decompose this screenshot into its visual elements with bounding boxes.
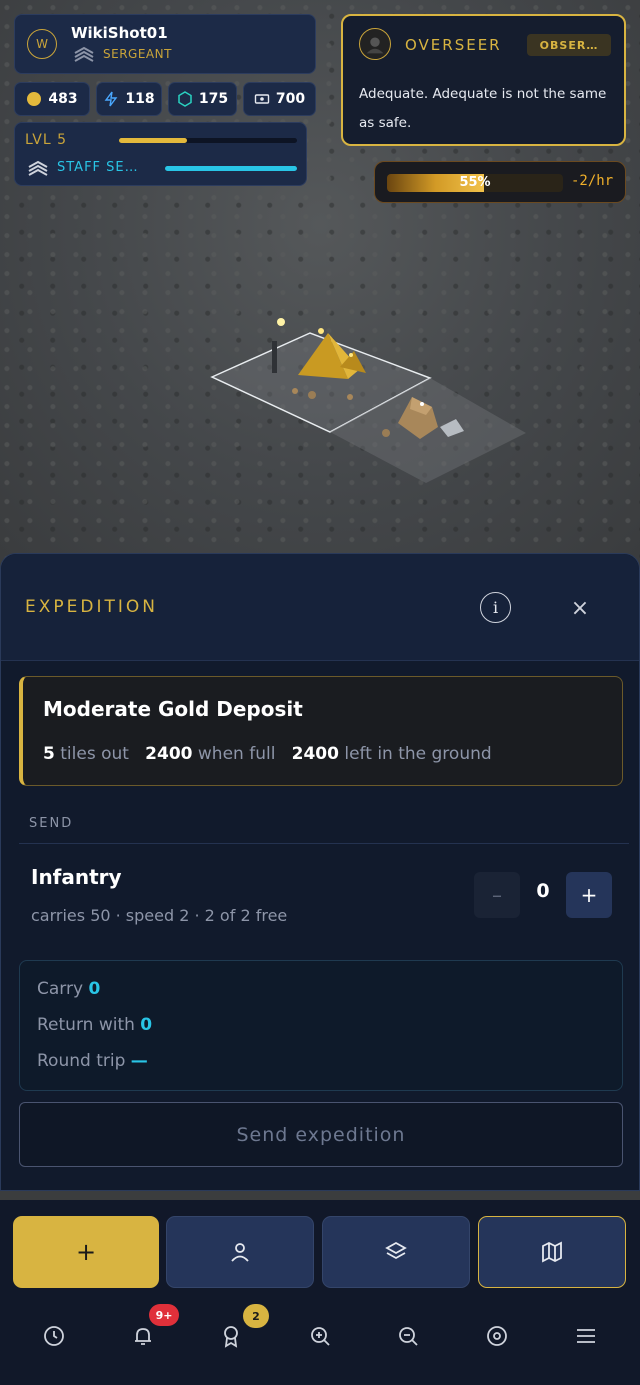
morale-percent: 55% (459, 175, 491, 190)
level-panel[interactable]: LVL 5 STAFF SE… (14, 122, 307, 186)
trip-row: Round trip — (37, 1051, 148, 1071)
layers-button[interactable] (322, 1216, 470, 1288)
close-button[interactable]: × (567, 596, 593, 622)
return-value: 0 (140, 1015, 153, 1035)
lightning-icon (104, 91, 118, 107)
bell-icon (135, 1328, 151, 1345)
recenter-button[interactable] (479, 1318, 515, 1354)
hamburger-menu-icon (577, 1329, 595, 1343)
remaining-text: left in the ground (344, 744, 492, 764)
chevron-rank-icon (28, 160, 48, 176)
history-button[interactable] (36, 1318, 72, 1354)
player-profile[interactable]: W WikiShot01 SERGEANT (14, 14, 316, 74)
overseer-avatar (359, 28, 391, 60)
morale-rate: -2/hr (571, 173, 614, 189)
clock-icon (44, 1326, 64, 1346)
remaining-value: 2400 (291, 744, 339, 764)
avatar: W (27, 29, 57, 59)
gold-coin-icon (27, 92, 42, 106)
trip-value: — (130, 1051, 148, 1071)
gold-value: 483 (48, 91, 78, 107)
morale-meter[interactable]: 55% -2/hr (374, 161, 626, 203)
achievements-badge: 2 (243, 1304, 269, 1328)
staff-label: STAFF SE… (57, 160, 139, 175)
carry-value: 0 (88, 979, 101, 999)
expedition-header: EXPEDITION i × (1, 554, 639, 661)
return-label: Return with (37, 1015, 135, 1035)
overseer-card[interactable]: OVERSEER OBSER… Adequate. Adequate is no… (341, 14, 626, 146)
zoom-in-button[interactable] (302, 1318, 338, 1354)
bottom-bar: + 9+ 2 (0, 1200, 640, 1385)
notifications-badge: 9+ (149, 1304, 179, 1326)
energy-value: 118 (125, 91, 155, 107)
rank-label: SERGEANT (103, 47, 172, 61)
award-icon (224, 1326, 238, 1348)
expedition-title: EXPEDITION (25, 597, 158, 617)
capacity-text: when full (197, 744, 276, 764)
crystal-value: 175 (198, 91, 229, 107)
ticket-value: 700 (275, 91, 306, 107)
chevron-rank-icon (74, 46, 94, 62)
deposit-stats: 5 tiles out 2400 when full 2400 left in … (43, 744, 492, 764)
target-icon (487, 1326, 507, 1346)
ticket-icon (254, 94, 270, 104)
overseer-title: OVERSEER (405, 36, 502, 54)
send-section-label: SEND (29, 816, 74, 831)
ticket-resource[interactable]: 700 (243, 82, 316, 116)
map-button[interactable] (478, 1216, 626, 1288)
deposit-card: Moderate Gold Deposit 5 tiles out 2400 w… (19, 676, 623, 786)
expedition-panel: EXPEDITION i × Moderate Gold Deposit 5 t… (0, 553, 640, 1191)
morale-bar: 55% (387, 174, 563, 192)
unit-name: Infantry (31, 865, 122, 889)
increment-button[interactable]: + (566, 872, 612, 918)
expedition-summary: Carry 0 Return with 0 Round trip — (19, 960, 623, 1091)
crystal-resource[interactable]: 175 (168, 82, 237, 116)
decrement-button[interactable]: – (474, 872, 520, 918)
overseer-message: Adequate. Adequate is not the same as sa… (359, 86, 607, 131)
gold-resource[interactable]: 483 (14, 82, 90, 116)
return-row: Return with 0 (37, 1015, 152, 1035)
send-expedition-button[interactable]: Send expedition (19, 1102, 623, 1167)
plus-icon: + (75, 1238, 97, 1266)
add-button[interactable]: + (13, 1216, 159, 1288)
divider (19, 843, 629, 844)
layers-icon (385, 1241, 407, 1260)
trip-label: Round trip (37, 1051, 126, 1071)
profile-button[interactable] (166, 1216, 314, 1288)
rank: SERGEANT (73, 46, 172, 62)
username: WikiShot01 (71, 24, 168, 42)
overseer-status-badge: OBSER… (527, 34, 611, 56)
zoom-out-icon (399, 1327, 418, 1346)
carry-row: Carry 0 (37, 979, 100, 999)
zoom-in-icon (311, 1327, 330, 1346)
zoom-out-button[interactable] (390, 1318, 426, 1354)
energy-resource[interactable]: 118 (96, 82, 162, 116)
capacity-value: 2400 (145, 744, 193, 764)
carry-label: Carry (37, 979, 84, 999)
gold-deposit-tile[interactable] (200, 305, 540, 485)
map-icon (542, 1241, 562, 1263)
deposit-name: Moderate Gold Deposit (43, 697, 303, 721)
unit-description: carries 50 · speed 2 · 2 of 2 free (31, 906, 288, 925)
distance-value: 5 (43, 744, 55, 764)
unit-count: 0 (536, 880, 550, 902)
info-button[interactable]: i (480, 592, 511, 623)
person-icon (231, 1243, 249, 1262)
menu-button[interactable] (568, 1318, 604, 1354)
achievements-button[interactable] (213, 1318, 249, 1354)
level-label: LVL 5 (25, 132, 67, 148)
hexagon-icon (178, 91, 192, 107)
distance-text: tiles out (60, 744, 129, 764)
level-progress-bar (119, 138, 297, 143)
staff-progress-bar (165, 166, 297, 171)
